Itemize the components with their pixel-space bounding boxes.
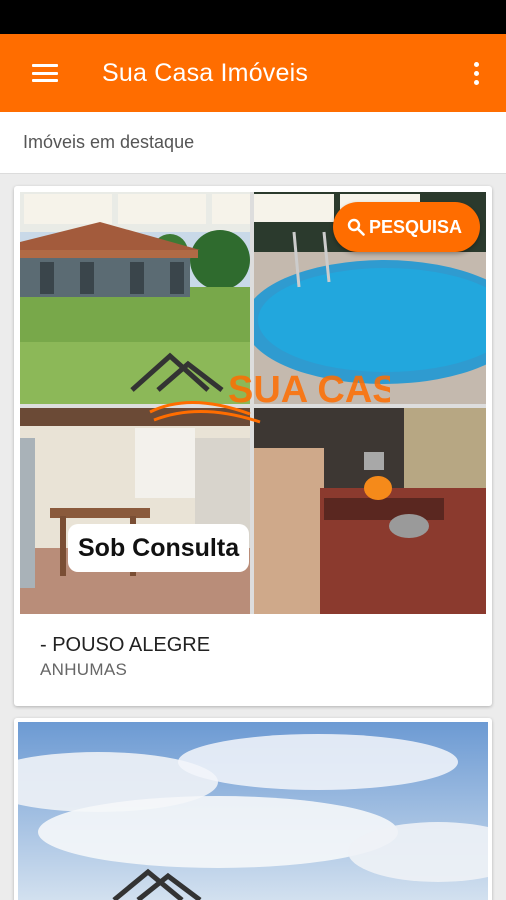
listing-card[interactable] [14,718,492,900]
menu-button[interactable] [0,34,90,112]
listing-subtitle: ANHUMAS [40,660,128,679]
svg-text:SUA CASA: SUA CASA [228,369,390,411]
status-bar [0,0,506,34]
hamburger-menu-icon [32,64,58,82]
more-vertical-icon[interactable] [446,34,506,112]
price-badge: Sob Consulta [68,524,250,572]
listing-card[interactable]: SUA CASA PESQUISA Sob Consulta - POUSO A… [14,186,492,706]
photo-interior [20,408,250,614]
listing-photo[interactable]: SUA CASA PESQUISA Sob Consulta [20,192,486,614]
app-bar: Sua Casa Imóveis [0,34,506,112]
app-title: Sua Casa Imóveis [102,58,309,87]
search-icon [347,218,365,236]
listing-title: - POUSO ALEGRE [40,634,211,656]
search-button[interactable]: PESQUISA [332,202,480,252]
section-title: Imóveis em destaque [0,112,506,174]
watermark-logo: SUA CASA [130,352,390,424]
photo-kitchen [254,408,486,614]
listing-photo[interactable] [18,722,488,900]
search-button-label: PESQUISA [368,216,462,237]
